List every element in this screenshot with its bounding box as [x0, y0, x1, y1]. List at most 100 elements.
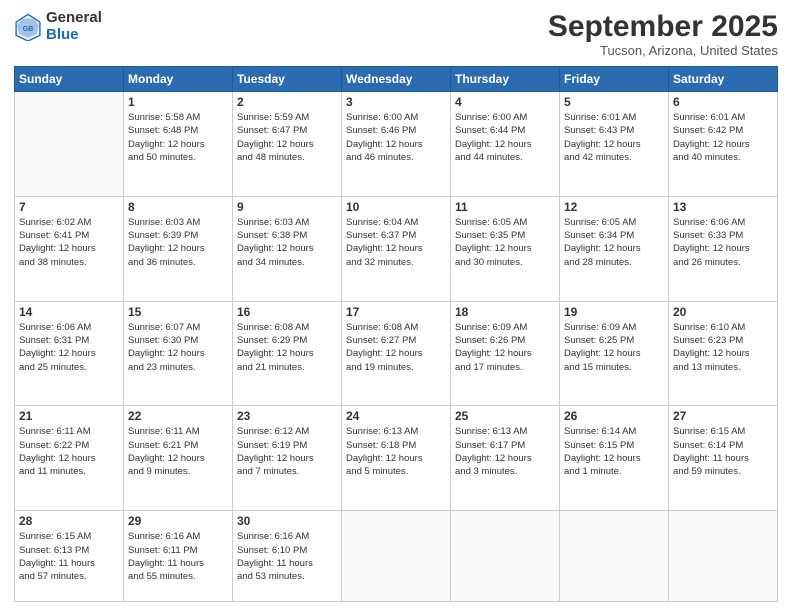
day-info: Sunrise: 6:13 AM Sunset: 6:18 PM Dayligh…: [346, 425, 446, 478]
day-cell: 18 Sunrise: 6:09 AM Sunset: 6:26 PM Dayli…: [451, 301, 560, 406]
day-cell: 22Sunrise: 6:11 AM Sunset: 6:21 PM Dayli…: [124, 406, 233, 511]
day-number: 29: [128, 514, 228, 528]
header-thursday: Thursday: [451, 67, 560, 92]
week-row-3: 14Sunrise: 6:06 AM Sunset: 6:31 PM Dayli…: [15, 301, 778, 406]
day-info: Sunrise: 6:10 AM Sunset: 6:23 PM Dayligh…: [673, 321, 773, 374]
day-cell: 27Sunrise: 6:15 AM Sunset: 6:14 PM Dayli…: [669, 406, 778, 511]
day-info: Sunrise: 6:11 AM Sunset: 6:21 PM Dayligh…: [128, 425, 228, 478]
day-info: Sunrise: 6:02 AM Sunset: 6:41 PM Dayligh…: [19, 216, 119, 269]
day-cell: 7 Sunrise: 6:02 AM Sunset: 6:41 PM Daylig…: [15, 196, 124, 301]
day-cell: [669, 511, 778, 602]
logo-icon: GB: [14, 13, 42, 41]
header-wednesday: Wednesday: [342, 67, 451, 92]
day-number: 10: [346, 200, 446, 214]
day-cell: 3 Sunrise: 6:00 AM Sunset: 6:46 PM Daylig…: [342, 92, 451, 197]
day-cell: 12 Sunrise: 6:05 AM Sunset: 6:34 PM Dayli…: [560, 196, 669, 301]
day-info: Sunrise: 6:08 AM Sunset: 6:27 PM Dayligh…: [346, 321, 446, 374]
day-info: Sunrise: 5:59 AM Sunset: 6:47 PM Dayligh…: [237, 111, 337, 164]
day-info: Sunrise: 6:07 AM Sunset: 6:30 PM Dayligh…: [128, 321, 228, 374]
day-info: Sunrise: 6:01 AM Sunset: 6:43 PM Dayligh…: [564, 111, 664, 164]
day-number: 28: [19, 514, 119, 528]
day-info: Sunrise: 6:01 AM Sunset: 6:42 PM Dayligh…: [673, 111, 773, 164]
day-info: Sunrise: 6:11 AM Sunset: 6:22 PM Dayligh…: [19, 425, 119, 478]
header: GB General Blue September 2025 Tucson, A…: [14, 10, 778, 58]
day-cell: [560, 511, 669, 602]
day-cell: 19Sunrise: 6:09 AM Sunset: 6:25 PM Dayli…: [560, 301, 669, 406]
day-cell: [342, 511, 451, 602]
day-info: Sunrise: 6:08 AM Sunset: 6:29 PM Dayligh…: [237, 321, 337, 374]
day-number: 2: [237, 95, 337, 109]
day-number: 21: [19, 409, 119, 423]
day-number: 30: [237, 514, 337, 528]
day-number: 4: [455, 95, 555, 109]
day-info: Sunrise: 6:14 AM Sunset: 6:15 PM Dayligh…: [564, 425, 664, 478]
week-row-5: 28 Sunrise: 6:15 AM Sunset: 6:13 PM Dayli…: [15, 511, 778, 602]
day-info: Sunrise: 5:58 AM Sunset: 6:48 PM Dayligh…: [128, 111, 228, 164]
week-row-2: 7 Sunrise: 6:02 AM Sunset: 6:41 PM Daylig…: [15, 196, 778, 301]
day-cell: 11 Sunrise: 6:05 AM Sunset: 6:35 PM Dayli…: [451, 196, 560, 301]
day-number: 27: [673, 409, 773, 423]
day-number: 25: [455, 409, 555, 423]
week-row-1: 1 Sunrise: 5:58 AM Sunset: 6:48 PM Daylig…: [15, 92, 778, 197]
page: GB General Blue September 2025 Tucson, A…: [0, 0, 792, 612]
day-number: 3: [346, 95, 446, 109]
day-cell: 29 Sunrise: 6:16 AM Sunset: 6:11 PM Dayli…: [124, 511, 233, 602]
day-number: 11: [455, 200, 555, 214]
header-friday: Friday: [560, 67, 669, 92]
day-info: Sunrise: 6:05 AM Sunset: 6:35 PM Dayligh…: [455, 216, 555, 269]
day-info: Sunrise: 6:05 AM Sunset: 6:34 PM Dayligh…: [564, 216, 664, 269]
day-info: Sunrise: 6:12 AM Sunset: 6:19 PM Dayligh…: [237, 425, 337, 478]
day-info: Sunrise: 6:00 AM Sunset: 6:46 PM Dayligh…: [346, 111, 446, 164]
day-cell: 28 Sunrise: 6:15 AM Sunset: 6:13 PM Dayli…: [15, 511, 124, 602]
day-info: Sunrise: 6:06 AM Sunset: 6:33 PM Dayligh…: [673, 216, 773, 269]
day-cell: 4 Sunrise: 6:00 AM Sunset: 6:44 PM Daylig…: [451, 92, 560, 197]
day-info: Sunrise: 6:16 AM Sunset: 6:11 PM Dayligh…: [128, 530, 228, 583]
day-cell: 10 Sunrise: 6:04 AM Sunset: 6:37 PM Dayli…: [342, 196, 451, 301]
header-saturday: Saturday: [669, 67, 778, 92]
day-cell: 2 Sunrise: 5:59 AM Sunset: 6:47 PM Daylig…: [233, 92, 342, 197]
day-number: 12: [564, 200, 664, 214]
day-cell: 21 Sunrise: 6:11 AM Sunset: 6:22 PM Dayli…: [15, 406, 124, 511]
calendar-table: Sunday Monday Tuesday Wednesday Thursday…: [14, 66, 778, 602]
day-cell: [15, 92, 124, 197]
day-cell: 24Sunrise: 6:13 AM Sunset: 6:18 PM Dayli…: [342, 406, 451, 511]
day-number: 19: [564, 305, 664, 319]
day-cell: [451, 511, 560, 602]
day-number: 18: [455, 305, 555, 319]
day-info: Sunrise: 6:13 AM Sunset: 6:17 PM Dayligh…: [455, 425, 555, 478]
day-info: Sunrise: 6:03 AM Sunset: 6:38 PM Dayligh…: [237, 216, 337, 269]
day-cell: 16Sunrise: 6:08 AM Sunset: 6:29 PM Dayli…: [233, 301, 342, 406]
day-number: 17: [346, 305, 446, 319]
day-number: 1: [128, 95, 228, 109]
day-number: 20: [673, 305, 773, 319]
day-number: 6: [673, 95, 773, 109]
day-info: Sunrise: 6:15 AM Sunset: 6:13 PM Dayligh…: [19, 530, 119, 583]
day-cell: 1 Sunrise: 5:58 AM Sunset: 6:48 PM Daylig…: [124, 92, 233, 197]
location: Tucson, Arizona, United States: [548, 43, 778, 58]
day-cell: 6 Sunrise: 6:01 AM Sunset: 6:42 PM Daylig…: [669, 92, 778, 197]
day-cell: 5 Sunrise: 6:01 AM Sunset: 6:43 PM Daylig…: [560, 92, 669, 197]
title-block: September 2025 Tucson, Arizona, United S…: [548, 10, 778, 58]
day-number: 26: [564, 409, 664, 423]
day-number: 23: [237, 409, 337, 423]
day-cell: 30Sunrise: 6:16 AM Sunset: 6:10 PM Dayli…: [233, 511, 342, 602]
header-tuesday: Tuesday: [233, 67, 342, 92]
logo-text: General Blue: [46, 10, 102, 43]
month-title: September 2025: [548, 10, 778, 43]
day-number: 9: [237, 200, 337, 214]
logo: GB General Blue: [14, 10, 102, 43]
day-info: Sunrise: 6:04 AM Sunset: 6:37 PM Dayligh…: [346, 216, 446, 269]
day-cell: 26 Sunrise: 6:14 AM Sunset: 6:15 PM Dayli…: [560, 406, 669, 511]
day-cell: 25 Sunrise: 6:13 AM Sunset: 6:17 PM Dayli…: [451, 406, 560, 511]
day-number: 5: [564, 95, 664, 109]
svg-text:GB: GB: [23, 26, 34, 33]
day-number: 14: [19, 305, 119, 319]
weekday-header-row: Sunday Monday Tuesday Wednesday Thursday…: [15, 67, 778, 92]
day-cell: 8Sunrise: 6:03 AM Sunset: 6:39 PM Daylig…: [124, 196, 233, 301]
header-sunday: Sunday: [15, 67, 124, 92]
day-info: Sunrise: 6:00 AM Sunset: 6:44 PM Dayligh…: [455, 111, 555, 164]
day-cell: 15Sunrise: 6:07 AM Sunset: 6:30 PM Dayli…: [124, 301, 233, 406]
day-number: 7: [19, 200, 119, 214]
day-cell: 9 Sunrise: 6:03 AM Sunset: 6:38 PM Daylig…: [233, 196, 342, 301]
day-info: Sunrise: 6:09 AM Sunset: 6:26 PM Dayligh…: [455, 321, 555, 374]
